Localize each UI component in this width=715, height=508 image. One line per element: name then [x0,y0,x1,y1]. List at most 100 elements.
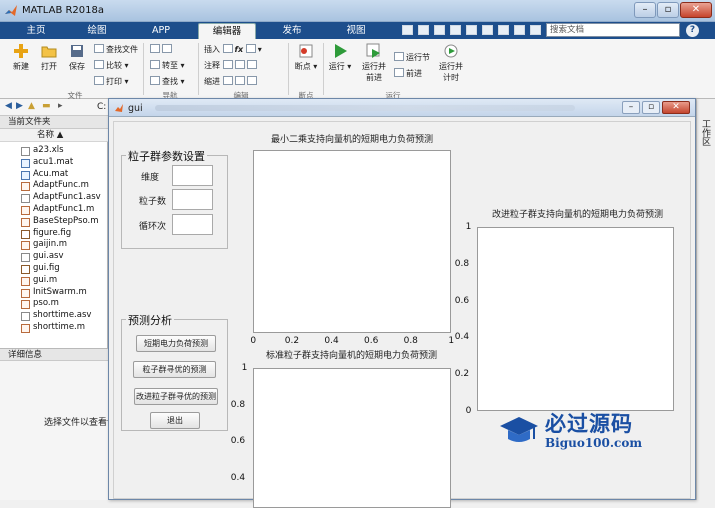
gui-close-button[interactable]: ✕ [662,101,690,114]
gui-minimize-button[interactable]: – [622,101,640,114]
pso-parameter-panel: 粒子群参数设置 维度 粒子数 循环次 [121,148,228,249]
standard-pso-axes [253,368,451,508]
indent-button[interactable]: 缩进 [204,76,259,87]
new-button[interactable]: 新建 [8,43,34,72]
insert-icon [222,44,233,53]
run-time-label-2: 计时 [443,73,459,82]
file-list-item[interactable]: pso.m [0,298,108,310]
cut-icon[interactable] [418,25,429,35]
file-list-item[interactable]: BaseStepPso.m [0,216,108,228]
run-button[interactable]: 运行 ▾ [327,43,353,72]
particles-input[interactable] [172,189,213,210]
iterations-label: 循环次 [139,222,167,232]
browse-folder-icon[interactable]: ▬ [42,101,51,111]
drive-icon[interactable]: ▸ [58,101,63,111]
breakpoints-button[interactable]: 断点 ▾ [292,43,320,72]
x-tick-label: 0.2 [284,336,300,346]
exit-button[interactable]: 退出 [150,412,200,429]
comment-button[interactable]: 注释 [204,60,259,71]
file-list-item[interactable]: gui.asv [0,251,108,263]
dimension-label: 维度 [141,173,160,183]
run-and-advance-button[interactable]: 运行并 前进 [358,43,390,83]
expand-icon[interactable] [530,25,541,35]
save-button[interactable]: 保存 [64,43,90,72]
file-list-item[interactable]: shorttime.asv [0,310,108,322]
tab-view[interactable]: 视图 [334,23,378,39]
particles-label: 粒子数 [139,197,167,207]
workspace-label[interactable]: 工作区 [700,119,712,146]
lssvm-axes [253,150,451,333]
file-list-item[interactable]: InitSwarm.m [0,287,108,299]
m-file-icon [21,300,30,310]
save-label: 保存 [69,62,85,71]
folder-up-icon[interactable]: ▲ [28,101,35,111]
file-name: AdaptFunc.m [33,180,89,191]
m-file-icon [21,205,30,215]
copy-icon[interactable] [434,25,445,35]
x-tick-label: 0.4 [324,336,339,346]
run-and-time-button[interactable]: 运行并 计时 [436,43,466,83]
print-button[interactable]: 打印 ▾ [94,76,129,87]
gui-maximize-button[interactable]: ▫ [642,101,660,114]
find-button[interactable]: 查找 ▾ [150,76,185,87]
breakpoints-label: 断点 [294,62,311,71]
help-icon[interactable]: ? [686,24,699,37]
decrease-indent-icon [246,76,257,85]
tab-publish[interactable]: 发布 [270,23,314,39]
back-arrow-icon[interactable]: ◀ [5,101,12,111]
save-icon[interactable] [402,25,413,35]
forward-arrow-icon[interactable]: ▶ [16,101,23,111]
pso-optimize-button[interactable]: 粒子群寻优的预测 [133,361,216,378]
y-tick-label: 0.6 [454,295,470,306]
file-list: a23.xls acu1.mat Acu.mat AdaptFunc.m AdaptFu… [0,145,108,334]
redo-icon[interactable] [482,25,493,35]
iterations-input[interactable] [172,214,213,235]
run-time-label-1: 运行并 [439,62,463,71]
load-forecast-button[interactable]: 短期电力负荷预测 [136,335,216,352]
file-list-item[interactable]: acu1.mat [0,157,108,169]
file-list-item[interactable]: a23.xls [0,145,108,157]
close-button[interactable]: ✕ [680,2,712,18]
wrap-icon [246,60,257,69]
insert-button[interactable]: 插入 fx ▾ [204,44,262,55]
y-tick-label: 0.6 [230,436,246,447]
advance-button[interactable]: 前进 [394,68,422,79]
open-button[interactable]: 打开 [36,43,62,72]
name-column-header[interactable]: 名称 ▲ [0,129,108,142]
pso-panel-title: 粒子群参数设置 [126,148,207,164]
tab-apps[interactable]: APP [138,23,184,39]
lssvm-axes-title: 最小二乘支持向量机的短期电力负荷预测 [271,135,434,145]
asv-file-icon [21,312,30,322]
switch-windows-icon[interactable] [498,25,509,35]
prediction-panel-title: 预测分析 [126,312,174,328]
file-list-item[interactable]: Acu.mat [0,169,108,181]
file-list-item[interactable]: gui.m [0,275,108,287]
file-list-item[interactable]: AdaptFunc.m [0,180,108,192]
file-list-item[interactable]: AdaptFunc1.asv [0,192,108,204]
file-list-item[interactable]: figure.fig [0,228,108,240]
tab-home[interactable]: 主页 [14,23,58,39]
improved-pso-button[interactable]: 改进粒子群寻优的预测 [134,388,218,405]
file-list-item[interactable]: gaijin.m [0,239,108,251]
file-list-item[interactable]: gui.fig [0,263,108,275]
workspace-collapsed-strip[interactable]: 工作区 [696,99,715,500]
file-list-item[interactable]: AdaptFunc1.m [0,204,108,216]
undo-icon[interactable] [466,25,477,35]
file-name: AdaptFunc1.m [33,203,95,214]
compare-button[interactable]: 比较 ▾ [94,60,129,71]
help-small-icon[interactable] [514,25,525,35]
find-files-button[interactable]: 查找文件 [94,44,138,55]
minimize-button[interactable]: – [634,2,656,18]
back-forward-buttons[interactable] [150,44,174,54]
maximize-button[interactable]: ▫ [657,2,679,18]
goto-button[interactable]: 转至 ▾ [150,60,185,71]
dimension-input[interactable] [172,165,213,186]
tab-plots[interactable]: 绘图 [72,23,122,39]
file-list-item[interactable]: shorttime.m [0,322,108,334]
search-documentation-input[interactable]: 搜索文档 [546,23,680,37]
current-path[interactable]: C: [97,102,106,112]
paste-icon[interactable] [450,25,461,35]
tab-editor[interactable]: 编辑器 [198,23,256,39]
run-section-button[interactable]: 运行节 [394,52,430,63]
x-tick-label: 0.6 [364,336,379,346]
